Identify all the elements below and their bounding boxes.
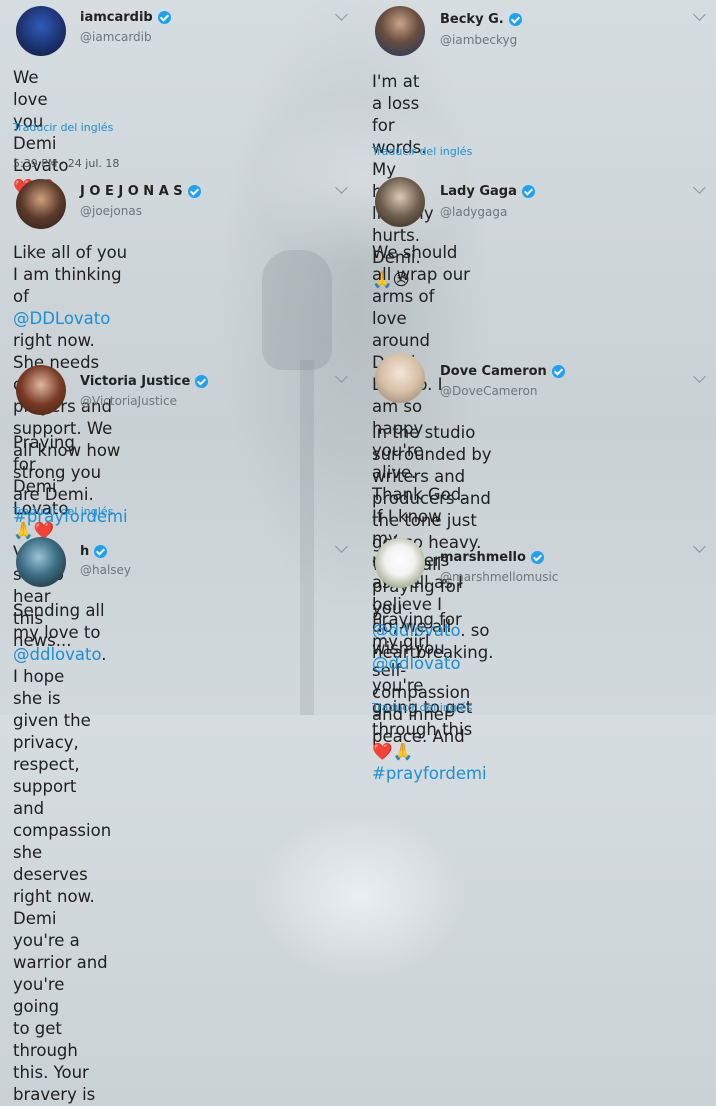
translate-link[interactable]: Traducir del inglés: [13, 121, 113, 134]
translate-link[interactable]: Traducir del inglés: [372, 145, 472, 158]
display-name[interactable]: Dove Cameron: [440, 364, 565, 379]
user-handle[interactable]: @joejonas: [80, 204, 142, 218]
display-name[interactable]: marshmello: [440, 550, 544, 565]
avatar[interactable]: [16, 6, 66, 56]
user-handle[interactable]: @DoveCameron: [440, 384, 538, 398]
mention-link[interactable]: @ddlovato: [13, 645, 101, 664]
display-name[interactable]: iamcardib: [80, 10, 171, 25]
verified-icon: [508, 13, 522, 26]
user-handle[interactable]: @halsey: [80, 563, 131, 577]
avatar[interactable]: [375, 177, 425, 227]
timestamp: 5:39 PM · 24 jul. 18: [13, 157, 120, 170]
user-handle[interactable]: @VictoriaJustice: [80, 394, 177, 408]
mention-link[interactable]: @ddlovato: [372, 654, 461, 673]
chevron-down-icon[interactable]: [693, 8, 706, 21]
verified-icon: [521, 185, 535, 198]
display-name[interactable]: Victoria Justice: [80, 374, 209, 389]
tweet-text: Sending all my love to @ddlovato. I hope…: [13, 601, 112, 1104]
verified-icon: [530, 551, 544, 564]
display-name[interactable]: Lady Gaga: [440, 184, 535, 199]
user-handle[interactable]: @iamcardib: [80, 30, 152, 44]
mention-link[interactable]: @DDLovato: [13, 309, 110, 328]
avatar[interactable]: [375, 6, 425, 56]
avatar[interactable]: [16, 179, 66, 229]
translate-link[interactable]: Traducir del inglés: [372, 701, 472, 714]
display-name[interactable]: h: [80, 544, 108, 559]
avatar[interactable]: [375, 538, 425, 588]
verified-icon: [187, 185, 201, 198]
user-handle[interactable]: @marshmellomusic: [440, 570, 558, 584]
avatar[interactable]: [16, 537, 66, 587]
background-microphone: [262, 250, 332, 370]
chevron-down-icon[interactable]: [693, 181, 706, 194]
translate-link[interactable]: Traducir del inglés: [13, 505, 113, 518]
chevron-down-icon[interactable]: [693, 540, 706, 553]
display-name[interactable]: J O E J O N A S: [80, 184, 201, 199]
background-mic-stand: [300, 360, 314, 715]
tweet-text: Praying for my girl @ddlovato you're goi…: [372, 610, 487, 785]
display-name[interactable]: Becky G.: [440, 12, 522, 27]
verified-icon: [94, 545, 108, 558]
chevron-down-icon[interactable]: [693, 370, 706, 383]
verified-icon: [195, 375, 209, 388]
verified-icon: [157, 11, 171, 24]
user-handle[interactable]: @iambeckyg: [440, 33, 517, 47]
avatar[interactable]: [16, 365, 66, 415]
avatar[interactable]: [375, 353, 425, 403]
hashtag-link[interactable]: #prayfordemi: [372, 763, 487, 785]
user-handle[interactable]: @ladygaga: [440, 205, 507, 219]
verified-icon: [551, 365, 565, 378]
